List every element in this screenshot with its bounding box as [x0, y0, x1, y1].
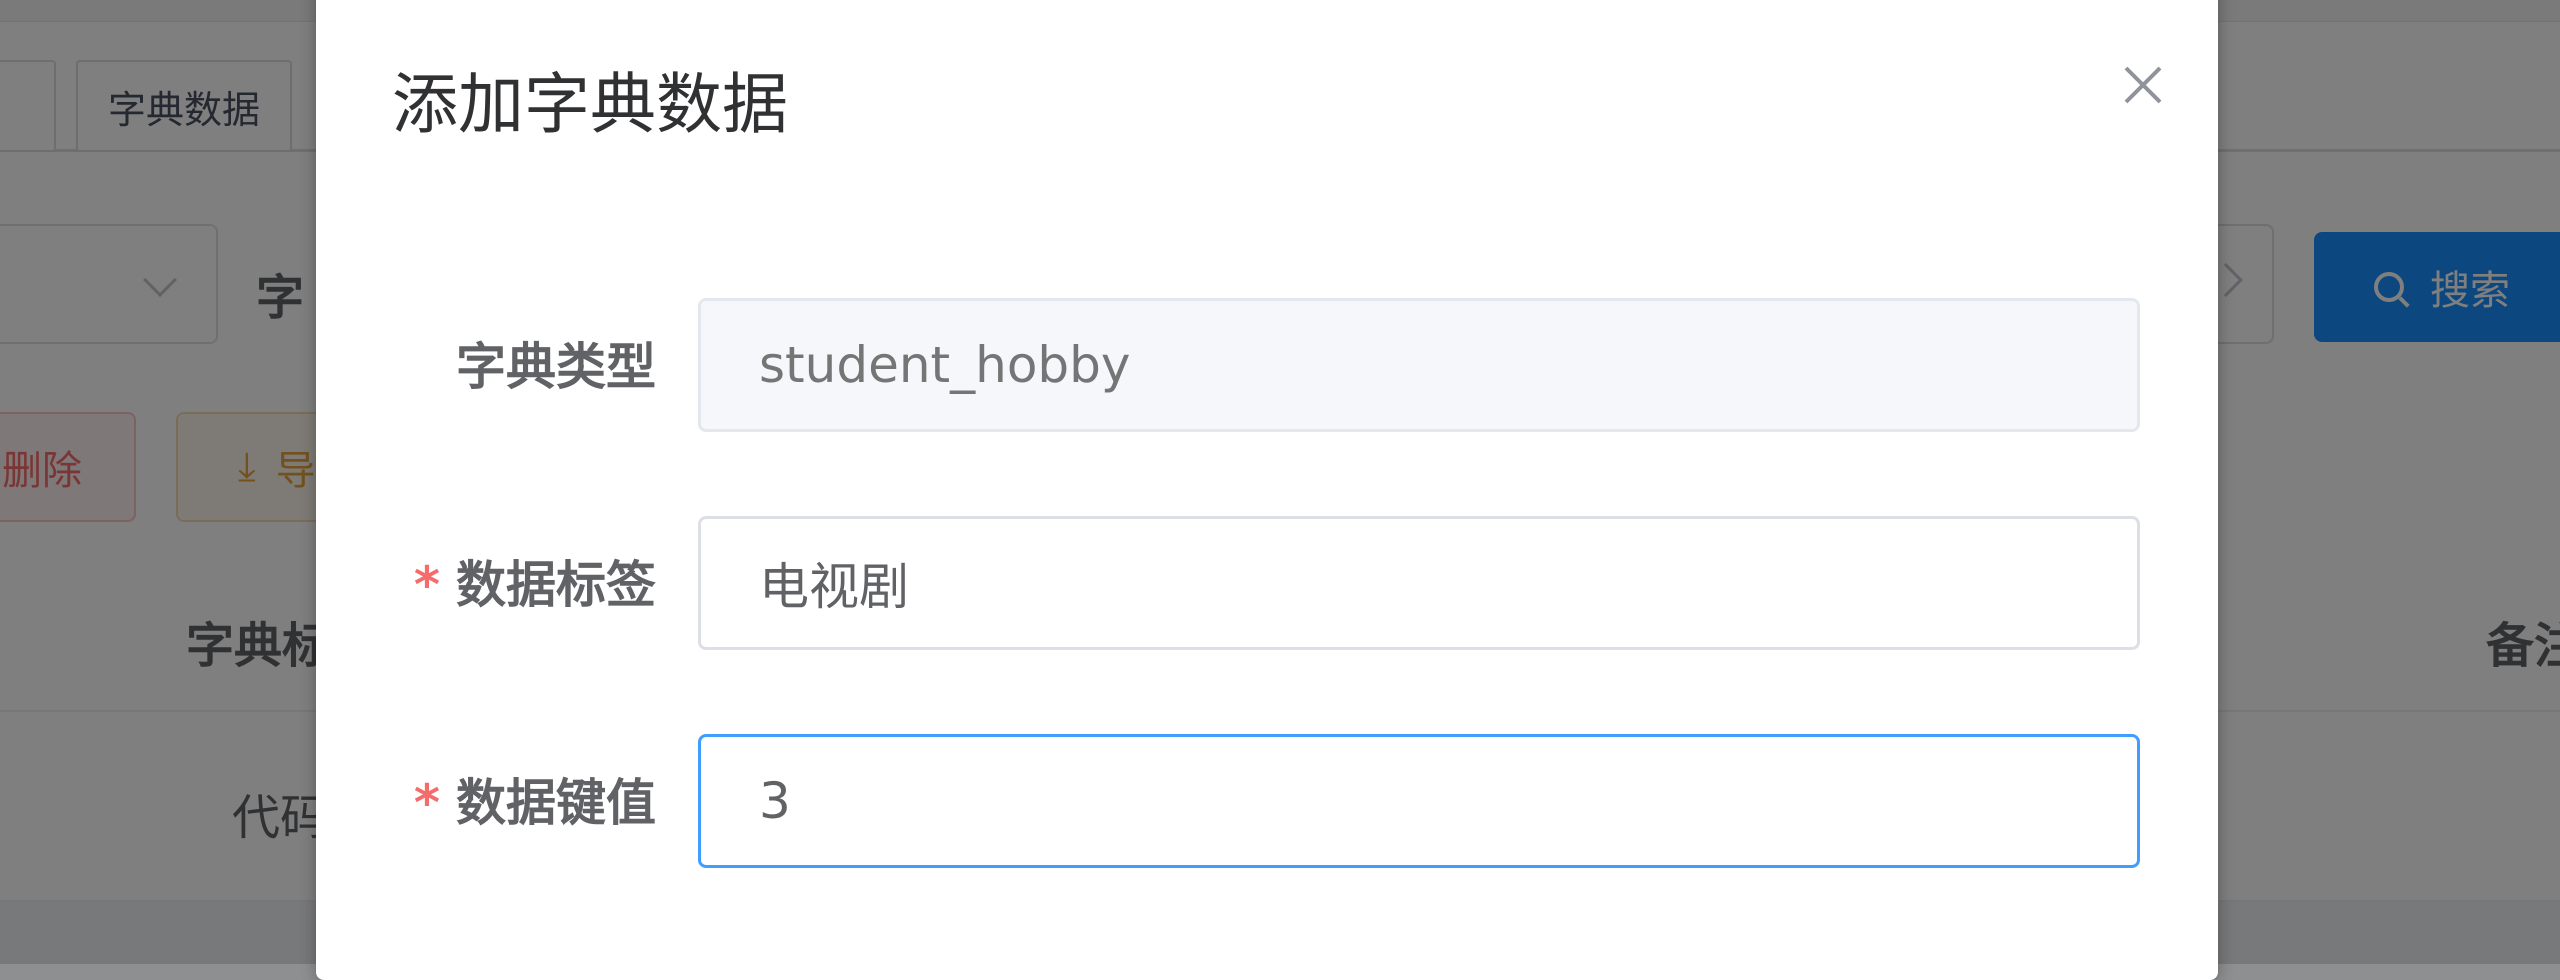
data-label-label: * 数据标签: [316, 550, 656, 620]
dict-type-label-text: 字典类型: [456, 338, 656, 396]
close-icon: [2124, 66, 2162, 104]
data-label-input[interactable]: [698, 516, 2140, 650]
required-mark: *: [413, 774, 440, 832]
data-key-value-label-text: 数据键值: [456, 774, 656, 832]
add-dict-data-dialog: 添加字典数据 字典类型 * 数据标签 * 数据键值: [316, 0, 2218, 980]
dict-type-input[interactable]: [698, 298, 2140, 432]
dict-type-label: 字典类型: [316, 332, 656, 402]
data-label-label-text: 数据标签: [456, 556, 656, 614]
dialog-title: 添加字典数据: [392, 66, 788, 143]
close-button[interactable]: [2108, 50, 2178, 120]
data-key-value-input[interactable]: [698, 734, 2140, 868]
required-mark: *: [413, 556, 440, 614]
data-key-value-label: * 数据键值: [316, 768, 656, 838]
